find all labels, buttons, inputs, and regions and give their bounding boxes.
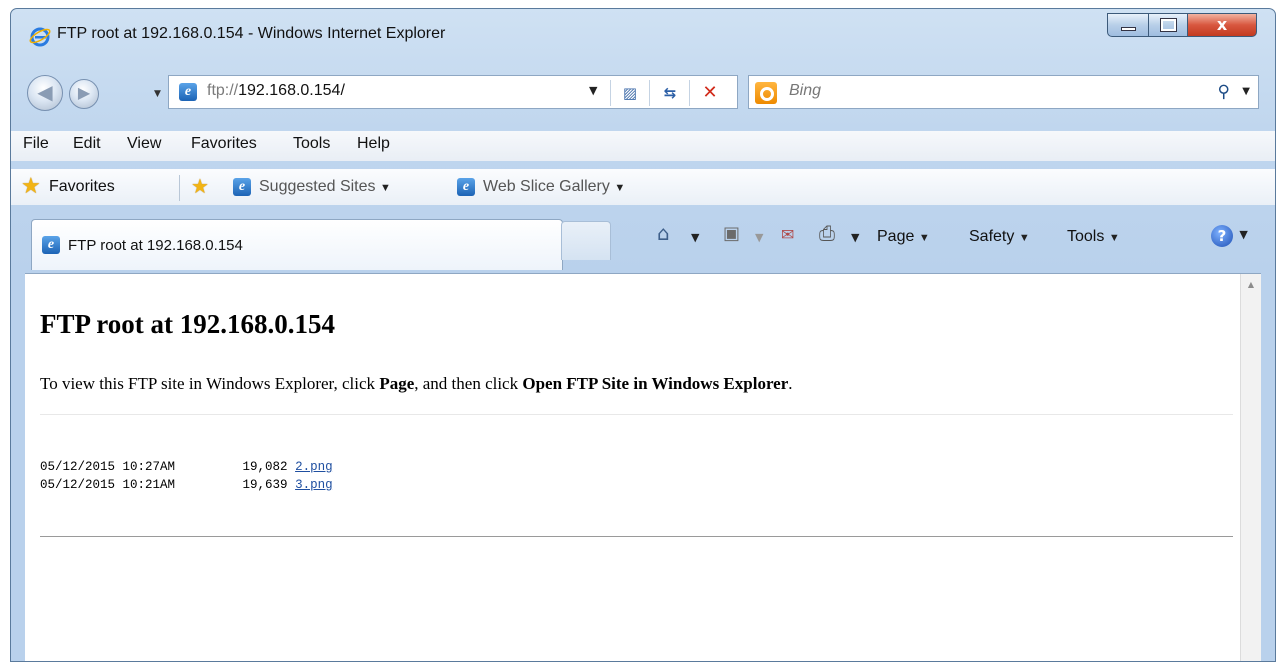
- file-size: 19,639: [242, 478, 288, 492]
- suggested-sites-ie-icon: e: [233, 178, 251, 196]
- recent-pages-dropdown-icon[interactable]: ▼: [154, 89, 161, 99]
- address-bar[interactable]: e ftp://192.168.0.154/ ▼ ▨ ⇆ ✕: [168, 75, 738, 109]
- compatibility-view-icon[interactable]: ▨: [619, 82, 641, 104]
- address-separator: [649, 80, 650, 106]
- bing-icon: [755, 82, 777, 104]
- help-icon: ?: [1211, 225, 1233, 247]
- scroll-up-arrow-icon[interactable]: ▲: [1241, 280, 1261, 289]
- page-menu-button[interactable]: Page ▼: [877, 228, 930, 246]
- chevron-down-icon: ▼: [1018, 232, 1030, 244]
- page-ie-icon: e: [179, 83, 197, 101]
- page-content: FTP root at 192.168.0.154 To view this F…: [25, 273, 1261, 661]
- instruction-prefix: To view this FTP site in Windows Explore…: [40, 374, 380, 393]
- chevron-down-icon: ▼: [1108, 232, 1120, 244]
- close-icon: x: [1216, 15, 1228, 34]
- menu-bar: File Edit View Favorites Tools Help: [11, 131, 1275, 161]
- forward-button[interactable]: ▶: [69, 79, 99, 109]
- web-slice-gallery-link[interactable]: Web Slice Gallery ▼: [483, 178, 625, 196]
- printer-icon[interactable]: ⎙: [819, 221, 835, 245]
- minimize-icon: [1121, 27, 1136, 31]
- back-arrow-icon: ◀: [37, 80, 53, 104]
- divider: [40, 414, 1233, 415]
- suggested-sites-label: Suggested Sites: [259, 178, 376, 195]
- address-separator: [610, 80, 611, 106]
- page-menu-label: Page: [877, 228, 915, 245]
- close-button[interactable]: x: [1187, 13, 1257, 37]
- add-to-favorites-bar-icon[interactable]: ★: [191, 174, 209, 198]
- safety-menu-label: Safety: [969, 228, 1015, 245]
- file-date: 05/12/2015 10:27AM: [40, 460, 176, 474]
- file-date: 05/12/2015 10:21AM: [40, 478, 176, 492]
- browser-window: FTP root at 192.168.0.154 - Windows Inte…: [10, 8, 1276, 662]
- home-dropdown-icon[interactable]: ▼: [691, 231, 699, 244]
- chevron-down-icon: ▼: [918, 232, 930, 244]
- minimize-button[interactable]: [1107, 13, 1149, 37]
- home-icon[interactable]: ⌂: [657, 221, 670, 245]
- favorites-star-icon: ★: [21, 174, 41, 199]
- menu-file[interactable]: File: [19, 135, 53, 153]
- favorites-bar: ★ Favorites ★ e Suggested Sites ▼ e Web …: [11, 169, 1275, 205]
- address-input[interactable]: ftp://192.168.0.154/: [207, 82, 345, 100]
- menu-view[interactable]: View: [123, 135, 165, 153]
- feeds-dropdown-icon[interactable]: ▼: [755, 231, 763, 244]
- maximize-icon: [1160, 18, 1177, 32]
- search-options-dropdown-icon[interactable]: ▼: [1242, 86, 1250, 97]
- tab-ie-icon: e: [42, 236, 60, 254]
- search-input[interactable]: Bing: [789, 82, 821, 100]
- list-item: 05/12/2015 10:21AM 19,639 3.png: [40, 476, 333, 494]
- window-title: FTP root at 192.168.0.154 - Windows Inte…: [57, 25, 446, 42]
- address-scheme: ftp://: [207, 82, 239, 99]
- ie-logo-icon: [29, 27, 51, 47]
- file-listing: 05/12/2015 10:27AM 19,082 2.png 05/12/201…: [40, 458, 333, 494]
- forward-arrow-icon: ▶: [77, 83, 91, 102]
- chevron-down-icon: ▼: [1239, 228, 1248, 241]
- page-title: FTP root at 192.168.0.154: [40, 309, 335, 339]
- maximize-button[interactable]: [1148, 13, 1188, 37]
- address-host: 192.168.0.154/: [238, 82, 345, 99]
- instruction-page: Page: [379, 374, 415, 393]
- search-icon[interactable]: ⚲: [1218, 82, 1230, 102]
- file-link[interactable]: 3.png: [295, 478, 333, 492]
- chevron-down-icon: ▼: [614, 182, 626, 194]
- help-button[interactable]: ? ▼: [1211, 222, 1248, 247]
- tab-label: FTP root at 192.168.0.154: [68, 237, 243, 254]
- favorites-separator: [179, 175, 180, 201]
- mail-icon[interactable]: ✉: [781, 225, 794, 244]
- web-slice-gallery-label: Web Slice Gallery: [483, 178, 610, 195]
- address-dropdown-icon[interactable]: ▼: [589, 84, 597, 97]
- address-separator: [689, 80, 690, 106]
- suggested-sites-link[interactable]: Suggested Sites ▼: [259, 178, 391, 196]
- instruction-action: Open FTP Site in Windows Explorer: [522, 374, 789, 393]
- divider: [40, 536, 1233, 537]
- favorites-button[interactable]: Favorites: [49, 178, 115, 196]
- menu-help[interactable]: Help: [353, 135, 394, 153]
- file-size: 19,082: [242, 460, 288, 474]
- new-tab-button[interactable]: [561, 221, 611, 260]
- instruction-middle: , and then click: [414, 374, 523, 393]
- vertical-scrollbar[interactable]: ▲: [1240, 274, 1261, 661]
- stop-icon[interactable]: ✕: [699, 82, 721, 104]
- tools-menu-label: Tools: [1067, 228, 1105, 245]
- rss-feed-icon[interactable]: ▣: [723, 223, 740, 244]
- menu-tools[interactable]: Tools: [289, 135, 334, 153]
- web-slice-ie-icon: e: [457, 178, 475, 196]
- back-button[interactable]: ◀: [27, 75, 63, 111]
- title-bar: FTP root at 192.168.0.154 - Windows Inte…: [11, 9, 1275, 59]
- print-dropdown-icon[interactable]: ▼: [851, 231, 859, 244]
- menu-edit[interactable]: Edit: [69, 135, 105, 153]
- tab-ftp-root[interactable]: e FTP root at 192.168.0.154: [31, 219, 563, 270]
- search-box[interactable]: Bing ⚲ ▼: [748, 75, 1259, 109]
- instruction-text: To view this FTP site in Windows Explore…: [40, 374, 793, 394]
- refresh-icon[interactable]: ⇆: [659, 82, 681, 104]
- list-item: 05/12/2015 10:27AM 19,082 2.png: [40, 458, 333, 476]
- tools-menu-button[interactable]: Tools ▼: [1067, 228, 1120, 246]
- chevron-down-icon: ▼: [379, 182, 391, 194]
- menu-favorites[interactable]: Favorites: [187, 135, 261, 153]
- safety-menu-button[interactable]: Safety ▼: [969, 228, 1030, 246]
- file-link[interactable]: 2.png: [295, 460, 333, 474]
- instruction-suffix: .: [788, 374, 793, 393]
